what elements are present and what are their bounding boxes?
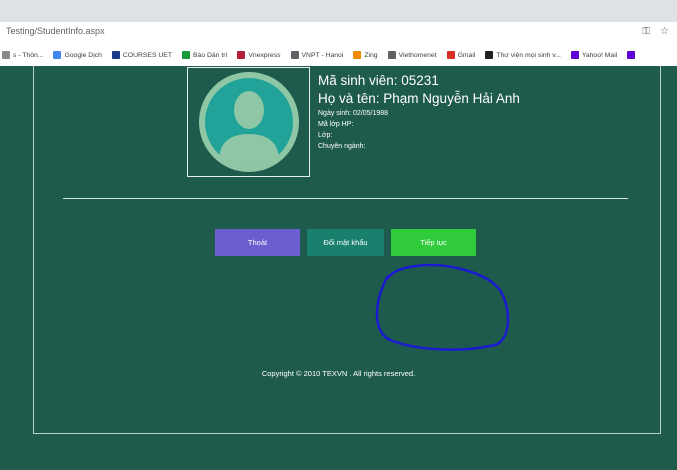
bookmark-item[interactable]: Thư viện mọi sinh v... xyxy=(485,51,561,59)
browser-top-strip xyxy=(0,0,677,22)
bookmark-favicon-icon xyxy=(353,51,362,59)
exit-button[interactable]: Thoát xyxy=(215,229,300,256)
bookmark-item[interactable]: Yahoo! Mail xyxy=(570,51,618,59)
bookmark-label: s - Thôn... xyxy=(13,51,44,59)
student-id: Mã sinh viên: 05231 xyxy=(318,73,439,88)
date-of-birth: Ngày sinh: 02/05/1988 xyxy=(318,110,389,117)
bookmark-favicon-icon xyxy=(485,51,494,59)
bookmark-favicon-icon xyxy=(387,51,396,59)
page-title: THÔNG TIN CÁ NHÂN xyxy=(268,30,409,45)
user-avatar-icon xyxy=(198,72,299,172)
bookmark-favicon-icon xyxy=(111,51,120,59)
bookmark-item[interactable]: Google Dịch xyxy=(53,51,102,59)
bookmark-item[interactable]: VNPT - Hanoi xyxy=(290,51,344,59)
bookmark-label: Google Dịch xyxy=(64,51,102,59)
major: Chuyên ngành: xyxy=(318,143,366,150)
bookmark-label: Gmail xyxy=(457,51,476,59)
bookmarks-bar: s - Thôn... Google Dịch COURSES UET Báo Dân… xyxy=(0,44,677,66)
bookmark-favicon-icon xyxy=(182,51,190,59)
bookmark-item[interactable]: Viethomenet xyxy=(387,51,437,59)
class-code: Mã lớp HP: xyxy=(318,121,354,128)
class: Lớp: xyxy=(318,132,333,139)
bookmark-favicon-icon xyxy=(53,51,62,59)
bookmark-label: VNPT - Hanoi xyxy=(301,51,344,59)
bookmark-label: Zing xyxy=(364,51,378,59)
bookmark-favicon-icon xyxy=(2,51,10,59)
bookmark-favicon-icon xyxy=(627,51,636,59)
bookmark-favicon-icon xyxy=(570,51,579,59)
bookmark-item[interactable] xyxy=(627,51,638,59)
bookmark-favicon-icon xyxy=(290,51,299,59)
bookmark-label: COURSES UET xyxy=(122,51,172,59)
avatar-frame xyxy=(187,67,310,177)
bookmark-label: Viethomenet xyxy=(398,51,437,59)
bookmark-item[interactable]: Vnexpress xyxy=(237,51,281,59)
bookmark-favicon-icon xyxy=(237,51,246,59)
bookmark-item[interactable]: Báo Dân trí xyxy=(182,51,227,59)
student-name: Họ và tên: Phạm Nguyễn Hải Anh xyxy=(318,91,520,106)
bookmark-item[interactable]: Gmail xyxy=(446,51,476,59)
bookmark-label: Báo Dân trí xyxy=(193,51,228,59)
divider xyxy=(63,198,628,199)
bookmark-label: Yahoo! Mail xyxy=(581,51,618,59)
continue-button[interactable]: Tiếp tục xyxy=(391,229,476,256)
bookmark-item[interactable]: Zing xyxy=(353,51,378,59)
bookmark-label: Thư viện mọi sinh v... xyxy=(496,51,561,59)
change-password-button[interactable]: Đổi mật khẩu xyxy=(307,229,384,256)
bookmark-item[interactable]: s - Thôn... xyxy=(2,51,43,59)
bookmark-label: Vnexpress xyxy=(248,51,281,59)
bookmark-favicon-icon xyxy=(446,51,455,59)
student-info: Mã sinh viên: 05231 Họ và tên: Phạm Nguy… xyxy=(318,72,538,152)
bookmark-item[interactable]: COURSES UET xyxy=(111,51,172,59)
footer-copyright: Copyright © 2010 TEXVN . All rights rese… xyxy=(261,369,416,378)
